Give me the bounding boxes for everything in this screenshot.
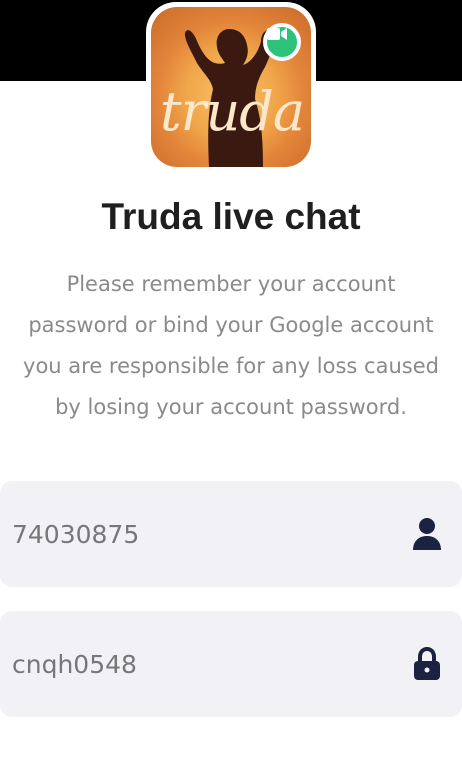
- app-logo-frame: truda: [146, 2, 316, 172]
- username-field[interactable]: [0, 481, 462, 587]
- password-input[interactable]: [12, 649, 372, 679]
- video-camera-icon: [263, 23, 301, 61]
- password-field[interactable]: [0, 611, 462, 717]
- username-input[interactable]: [12, 519, 372, 549]
- logo-wordmark: truda: [159, 80, 305, 143]
- page-title: Truda live chat: [101, 196, 361, 237]
- user-icon: [410, 517, 444, 551]
- lock-icon: [410, 647, 444, 681]
- app-logo: truda: [151, 7, 311, 167]
- account-notice: Please remember your account password or…: [23, 272, 439, 419]
